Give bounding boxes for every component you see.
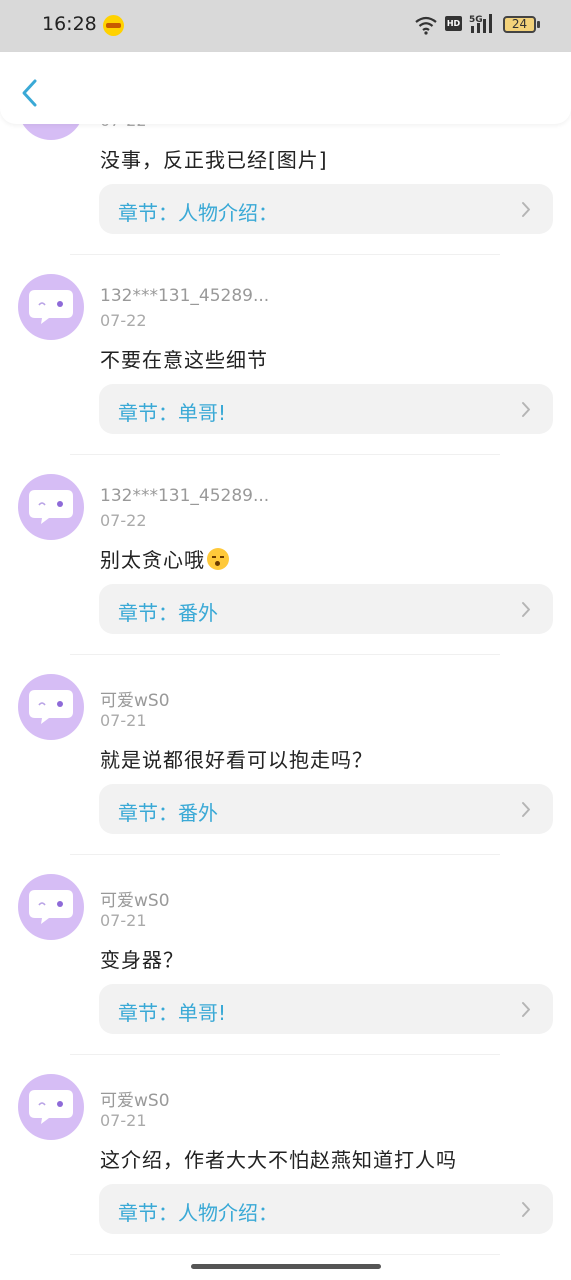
status-time: 16:28: [42, 13, 97, 35]
chevron-right-icon: [522, 802, 530, 817]
divider: [70, 854, 500, 855]
chevron-right-icon: [522, 202, 530, 217]
chapter-label: 章节：番外: [118, 601, 218, 625]
signal-icon: 5G: [469, 14, 492, 33]
chapter-label: 章节：单哥!: [118, 401, 227, 425]
chat-bubble-icon: [29, 290, 73, 324]
wifi-icon: [415, 16, 437, 35]
comment-date: 07-22: [100, 511, 147, 530]
app-notification-icon: [103, 15, 124, 36]
comment-feed[interactable]: 07-22 没事，反正我已经[图片] 章节：人物介绍： 132***131_45…: [0, 0, 571, 1280]
avatar[interactable]: [18, 474, 84, 540]
chapter-label: 章节：番外: [118, 801, 218, 825]
comment-text: 没事，反正我已经[图片]: [100, 148, 328, 172]
chat-bubble-icon: [29, 890, 73, 924]
comment-text: 就是说都很好看可以抱走吗？: [100, 748, 373, 772]
comment-username[interactable]: 可爱wS0: [100, 686, 170, 711]
chat-bubble-icon: [29, 690, 73, 724]
comment-text: 变身器？: [100, 948, 184, 972]
comment-date: 07-21: [100, 911, 147, 930]
comment-username[interactable]: 132***131_45289...: [100, 286, 269, 306]
comment-date: 07-22: [100, 311, 147, 330]
avatar[interactable]: [18, 274, 84, 340]
avatar[interactable]: [18, 874, 84, 940]
comment-item: 可爱wS0 07-21 这介绍，作者大大不怕赵燕知道打人吗 章节：人物介绍：: [0, 1074, 571, 1274]
battery-icon: 24: [503, 16, 536, 33]
divider: [70, 1054, 500, 1055]
chapter-link[interactable]: 章节：番外: [99, 584, 553, 634]
chevron-right-icon: [522, 402, 530, 417]
comment-text: 别太贪心哦: [100, 548, 205, 572]
chapter-link[interactable]: 章节：番外: [99, 784, 553, 834]
comment-item: 132***131_45289... 07-22 不要在意这些细节 章节：单哥!: [0, 274, 571, 474]
network-type: 5G: [469, 15, 483, 25]
comment-username[interactable]: 132***131_45289...: [100, 486, 269, 506]
hd-badge: HD: [445, 16, 462, 31]
comment-text: 不要在意这些细节: [100, 348, 268, 372]
chapter-link[interactable]: 章节：人物介绍：: [99, 184, 553, 234]
avatar[interactable]: [18, 1074, 84, 1140]
divider: [70, 454, 500, 455]
divider: [70, 254, 500, 255]
divider: [70, 1254, 500, 1255]
status-bar: 16:28 HD 5G 24: [0, 0, 571, 52]
avatar[interactable]: [18, 674, 84, 740]
comment-username[interactable]: 可爱wS0: [100, 886, 170, 911]
comment-item: 可爱wS0 07-21 就是说都很好看可以抱走吗？ 章节：番外: [0, 674, 571, 874]
chevron-right-icon: [522, 602, 530, 617]
chapter-link[interactable]: 章节：人物介绍：: [99, 1184, 553, 1234]
chevron-right-icon: [522, 1202, 530, 1217]
comment-date: 07-21: [100, 711, 147, 730]
comment-date: 07-21: [100, 1111, 147, 1130]
chapter-label: 章节：单哥!: [118, 1001, 227, 1025]
chapter-link[interactable]: 章节：单哥!: [99, 384, 553, 434]
top-bar: [0, 52, 571, 124]
comment-item: 132***131_45289... 07-22 别太贪心哦 章节：番外: [0, 474, 571, 674]
battery-tip: [537, 21, 540, 28]
divider: [70, 654, 500, 655]
chevron-right-icon: [522, 1002, 530, 1017]
comment-text-wrap: 别太贪心哦: [100, 544, 229, 573]
kissing-face-emoji-icon: [207, 548, 229, 570]
comment-item: 可爱wS0 07-21 变身器？ 章节：单哥!: [0, 874, 571, 1074]
chapter-label: 章节：人物介绍：: [118, 201, 278, 225]
comment-username[interactable]: 可爱wS0: [100, 1086, 170, 1111]
comment-text: 这介绍，作者大大不怕赵燕知道打人吗: [100, 1148, 457, 1172]
battery-level: 24: [511, 17, 528, 31]
home-indicator[interactable]: [191, 1264, 381, 1269]
chevron-left-icon[interactable]: [18, 76, 42, 110]
chapter-link[interactable]: 章节：单哥!: [99, 984, 553, 1034]
chat-bubble-icon: [29, 1090, 73, 1124]
chat-bubble-icon: [29, 490, 73, 524]
chapter-label: 章节：人物介绍：: [118, 1201, 278, 1225]
